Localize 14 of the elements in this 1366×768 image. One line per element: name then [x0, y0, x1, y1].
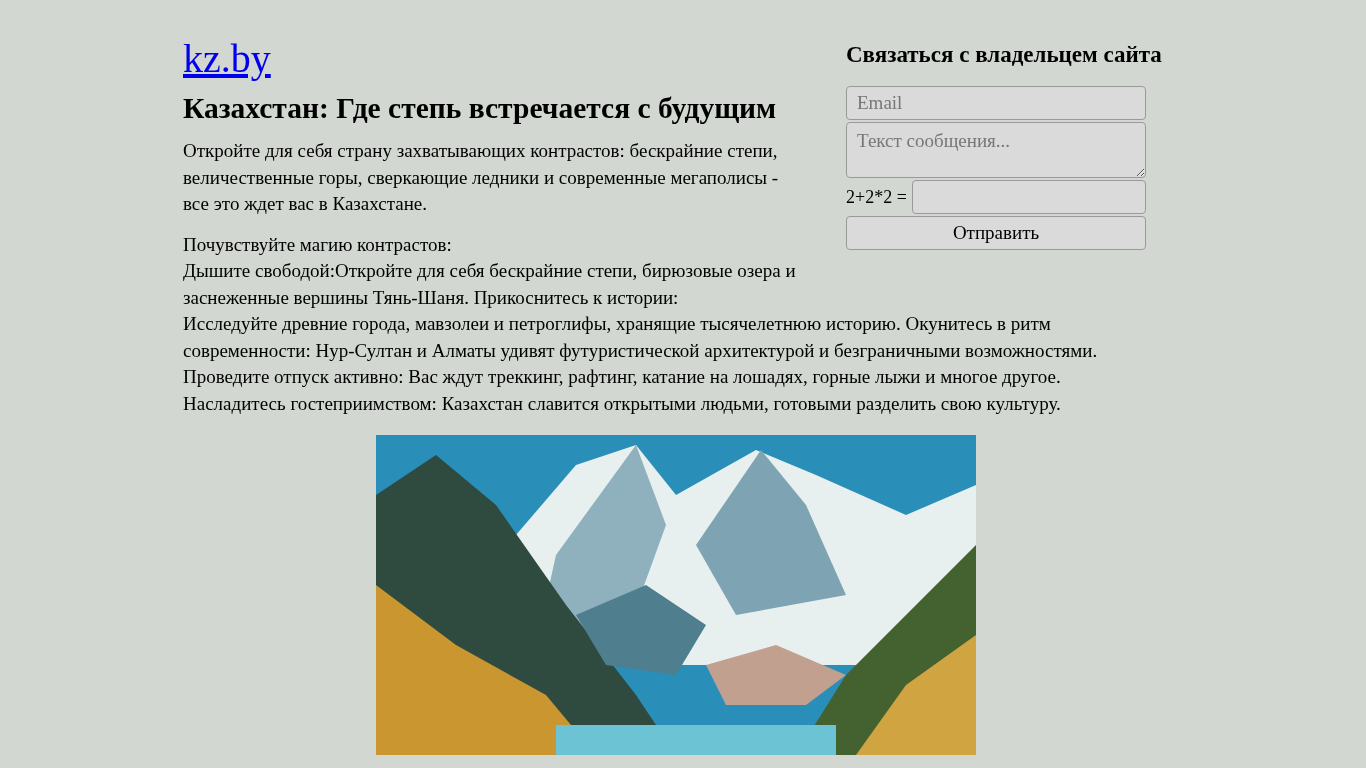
site-link[interactable]: kz.by: [183, 36, 271, 81]
text-line: Почувствуйте магию контрастов:: [183, 232, 453, 257]
form-title: Связаться с владельцем сайта: [846, 41, 1163, 69]
captcha-field[interactable]: [911, 180, 1146, 214]
email-field[interactable]: Email: [846, 86, 1146, 120]
submit-button[interactable]: Отправить: [846, 216, 1146, 250]
message-field[interactable]: Текст сообщения...: [846, 122, 1146, 178]
text-line: Насладитесь гостеприимством: Казахстан славится открытыми людьми, готовыми разделить свою культуру.: [183, 391, 1062, 416]
text-line: Исследуйте древние города, мавзолеи и петроглифы, хранящие тысячелетнюю историю. Окунитесь в ритм современности: Нур-Султан и Алматы удивят футуристической архитектурой и безграничными возможностями.: [183, 312, 1099, 363]
text-line: Проведите отпуск активно: Вас ждут треккинг, рафтинг, катание на лошадях, горные лыжи и многое другое.: [183, 365, 1062, 389]
captcha-label: 2+2*2 =: [846, 185, 907, 209]
paragraph: Откройте для себя страну захватывающих контрастов: бескрайние степи, величественные горы, сверкающие ледники и современные мегаполисы - все это ждет вас в Казахстане.: [183, 139, 780, 216]
text-line: Дышите свободой:Откройте для себя бескрайние степи, бирюзовые озера и заснеженные вершины Тянь-Шаня. Прикоснитесь к истории:: [183, 259, 797, 310]
page-heading: Казахстан: Где степь встречается с будущим: [183, 91, 778, 126]
